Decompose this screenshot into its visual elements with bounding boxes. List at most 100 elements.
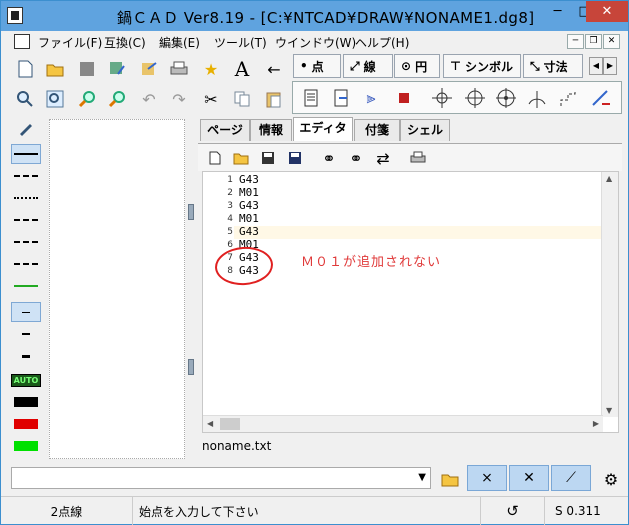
snap-axis-icon[interactable]: [589, 86, 613, 110]
editor-horizontal-scrollbar[interactable]: ◀ ▶: [203, 415, 603, 432]
mdi-restore-button[interactable]: ❐: [585, 34, 602, 49]
layer-preview-area[interactable]: [49, 119, 185, 459]
auto-color-button[interactable]: AUTO: [10, 370, 42, 390]
open-folder-icon[interactable]: [43, 57, 67, 81]
snap-line-button[interactable]: ⟋: [551, 465, 591, 491]
line-dash-dot[interactable]: [11, 210, 41, 230]
scroll-right-icon[interactable]: ▶: [593, 419, 599, 428]
color-black[interactable]: [11, 392, 41, 412]
line-dotted[interactable]: [11, 188, 41, 208]
line-long-dash[interactable]: [11, 232, 41, 252]
text-a-icon[interactable]: A: [230, 57, 254, 81]
code-line: G43: [239, 225, 259, 238]
snap-point-icon[interactable]: [430, 86, 454, 110]
splitter[interactable]: [187, 119, 195, 459]
scroll-up-icon[interactable]: ▲: [606, 174, 612, 183]
color-green[interactable]: [11, 436, 41, 456]
editor-new-icon[interactable]: [203, 146, 227, 170]
editor-vertical-scrollbar[interactable]: ▲ ▼: [601, 172, 618, 417]
text-editor[interactable]: 1 2 3 4 5 6 7 8 G43 M01 G43 M01 G43 M01 …: [202, 171, 619, 433]
undo-icon[interactable]: ↶: [137, 87, 161, 111]
zoom-icon[interactable]: [13, 87, 37, 111]
find-next-icon[interactable]: ⚭: [344, 146, 368, 170]
line-dash-double[interactable]: [11, 254, 41, 274]
tab-scroll-right[interactable]: ▶: [603, 57, 617, 75]
menu-tools[interactable]: ツール(T): [214, 34, 267, 51]
command-input[interactable]: ▼: [11, 467, 431, 489]
line-width-medium[interactable]: [11, 324, 41, 344]
color-red[interactable]: [11, 414, 41, 434]
document-icon[interactable]: [14, 34, 30, 49]
mdi-minimize-button[interactable]: ─: [567, 34, 584, 49]
zoom-out-icon[interactable]: [105, 87, 129, 111]
snap-intersect-button[interactable]: ✕: [509, 465, 549, 491]
redo-icon[interactable]: ↷: [167, 87, 191, 111]
tab-shell[interactable]: シェル: [400, 119, 450, 141]
zoom-window-icon[interactable]: [43, 87, 67, 111]
save-as-icon[interactable]: [105, 57, 129, 81]
folder-icon[interactable]: [438, 467, 462, 491]
editor-save-as-icon[interactable]: [283, 146, 307, 170]
binoculars-icon[interactable]: ⚭: [317, 146, 341, 170]
splitter-handle-bottom[interactable]: [188, 359, 194, 375]
editor-print-icon[interactable]: [406, 146, 430, 170]
chevron-down-icon[interactable]: ▼: [418, 472, 426, 483]
menu-compat[interactable]: 互換(C): [104, 34, 146, 51]
save-icon[interactable]: [75, 57, 99, 81]
app-icon[interactable]: [7, 7, 23, 24]
snap-cross-button[interactable]: ⨯: [467, 465, 507, 491]
splitter-handle-top[interactable]: [188, 204, 194, 220]
line-solid[interactable]: [11, 144, 41, 164]
symbol-icon: ⊤: [450, 59, 461, 73]
line-number: 4: [227, 214, 233, 224]
line-width-thin[interactable]: [11, 302, 41, 322]
play-icon[interactable]: ⫸: [359, 86, 383, 110]
tab-page[interactable]: ページ: [200, 119, 250, 141]
copy-icon[interactable]: [230, 87, 254, 111]
stop-icon[interactable]: [392, 86, 416, 110]
snap-edge-icon[interactable]: [556, 86, 580, 110]
tab-line[interactable]: ⤢ 線: [343, 54, 393, 78]
editor-save-icon[interactable]: [256, 146, 280, 170]
close-button[interactable]: ✕: [586, 1, 628, 22]
minimize-button[interactable]: ─: [544, 1, 571, 22]
menu-window[interactable]: ウインドウ(W): [275, 34, 356, 51]
menu-help[interactable]: ヘルプ(H): [355, 34, 409, 51]
snap-circle-icon[interactable]: [463, 86, 487, 110]
cut-icon[interactable]: ✂: [199, 87, 223, 111]
tab-point[interactable]: • 点: [293, 54, 341, 78]
tab-scroll-left[interactable]: ◀: [589, 57, 603, 75]
replace-icon[interactable]: ⇄: [371, 146, 395, 170]
export-icon[interactable]: [137, 57, 161, 81]
line-width-thick[interactable]: [11, 346, 41, 366]
tab-sticky[interactable]: 付箋: [354, 119, 400, 141]
tab-symbol[interactable]: ⊤ シンボル: [443, 54, 521, 78]
editor-open-icon[interactable]: [229, 146, 253, 170]
tab-editor[interactable]: エディタ: [293, 117, 353, 141]
document-export-icon[interactable]: [329, 86, 353, 110]
paste-icon[interactable]: [262, 87, 286, 111]
arrow-left-icon[interactable]: ←: [262, 57, 286, 81]
gear-icon[interactable]: ⚙: [599, 467, 623, 491]
code-line: G43: [239, 173, 259, 186]
new-file-icon[interactable]: [13, 57, 37, 81]
print-icon[interactable]: [167, 57, 191, 81]
star-icon[interactable]: ★: [199, 57, 223, 81]
scroll-left-icon[interactable]: ◀: [207, 419, 213, 428]
document-list-icon[interactable]: [299, 86, 323, 110]
tab-info[interactable]: 情報: [250, 119, 292, 141]
menu-edit[interactable]: 編集(E): [159, 34, 200, 51]
refresh-icon[interactable]: ↺: [481, 497, 545, 525]
line-green[interactable]: [11, 276, 41, 296]
pen-icon[interactable]: [11, 118, 41, 138]
menu-file[interactable]: ファイル(F): [38, 34, 102, 51]
tab-dimension[interactable]: ⤡ 寸法: [523, 54, 583, 78]
scroll-thumb[interactable]: [220, 418, 240, 430]
snap-arc-icon[interactable]: [525, 86, 549, 110]
mdi-close-button[interactable]: ✕: [603, 34, 620, 49]
scroll-down-icon[interactable]: ▼: [606, 406, 612, 415]
zoom-in-icon[interactable]: [75, 87, 99, 111]
tab-circle[interactable]: ⊙ 円: [394, 54, 440, 78]
line-dashed[interactable]: [11, 166, 41, 186]
snap-center-icon[interactable]: [494, 86, 518, 110]
